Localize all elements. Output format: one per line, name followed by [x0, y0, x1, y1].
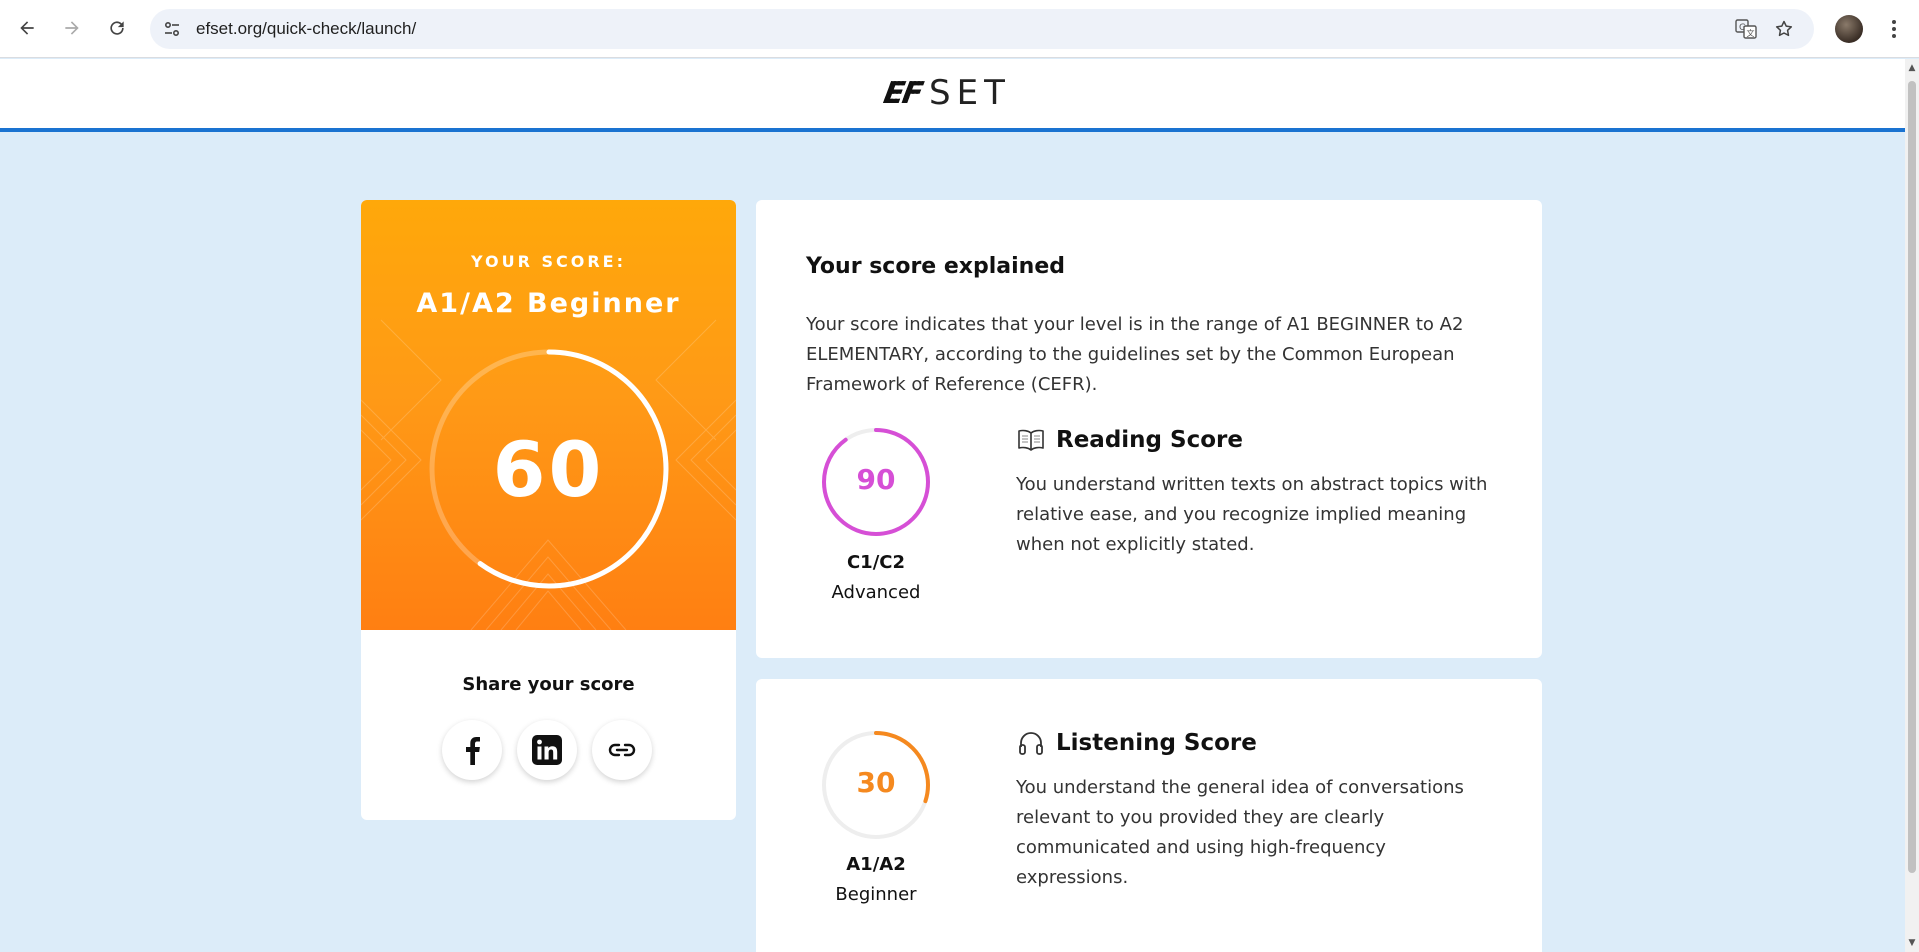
reading-description: You understand written texts on abstract…	[1016, 474, 1488, 555]
efset-logo[interactable]: EF SET	[880, 73, 1011, 113]
profile-avatar[interactable]	[1835, 15, 1863, 43]
reload-icon	[110, 21, 124, 35]
translate-button[interactable]: G 文	[1734, 17, 1758, 41]
scroll-down-arrow[interactable]: ▼	[1907, 938, 1917, 948]
arrow-right-icon	[65, 21, 79, 35]
headphones-icon	[1016, 728, 1046, 758]
share-facebook-button[interactable]	[442, 720, 502, 780]
logo-set: SET	[929, 73, 1011, 113]
listening-level-code: A1/A2	[846, 854, 906, 875]
url-text[interactable]: efset.org/quick-check/launch/	[196, 19, 416, 39]
arrow-left-icon	[20, 21, 34, 35]
share-linkedin-button[interactable]	[517, 720, 577, 780]
score-banner: YOUR SCORE: A1/A2 Beginner 60	[361, 200, 736, 630]
more-vert-icon	[1892, 20, 1896, 38]
reading-level-name: Advanced	[831, 582, 921, 603]
listening-card: 30 A1/A2 Beginner Listening Score You un…	[756, 679, 1542, 952]
reload-button[interactable]	[101, 12, 133, 44]
reading-heading: Reading Score	[1016, 425, 1243, 455]
reading-level: C1/C2 Advanced	[776, 548, 976, 608]
share-title: Share your score	[462, 674, 635, 695]
address-bar[interactable]: efset.org/quick-check/launch/ G 文	[150, 9, 1814, 49]
listening-description: You understand the general idea of conve…	[1016, 777, 1464, 888]
forward-button[interactable]	[56, 12, 88, 44]
listening-level-name: Beginner	[835, 884, 917, 905]
bookmark-button[interactable]	[1772, 17, 1796, 41]
listening-title: Listening Score	[1056, 730, 1257, 756]
facebook-icon	[466, 737, 480, 765]
browser-menu-button[interactable]	[1880, 15, 1908, 43]
listening-score: 30	[856, 766, 896, 799]
site-settings-icon[interactable]	[162, 19, 182, 39]
score-explained-card: Your score explained Your score indicate…	[756, 200, 1542, 658]
back-button[interactable]	[11, 12, 43, 44]
score-card: YOUR SCORE: A1/A2 Beginner 60 Share your…	[361, 200, 736, 820]
reading-score: 90	[856, 463, 896, 496]
listening-level: A1/A2 Beginner	[776, 850, 976, 910]
link-icon	[608, 743, 636, 757]
reading-level-code: C1/C2	[846, 552, 906, 573]
svg-text:文: 文	[1747, 28, 1755, 38]
explain-text: Your score indicates that your level is …	[806, 314, 1464, 395]
overall-score: 60	[492, 425, 605, 514]
star-icon	[1775, 20, 1793, 37]
book-icon	[1016, 425, 1046, 455]
scroll-thumb[interactable]	[1908, 81, 1916, 873]
score-level: A1/A2 Beginner	[416, 288, 681, 319]
listening-heading: Listening Score	[1016, 728, 1257, 758]
linkedin-icon	[532, 735, 562, 765]
score-label: YOUR SCORE:	[470, 252, 626, 271]
reading-title: Reading Score	[1056, 427, 1243, 453]
browser-toolbar: efset.org/quick-check/launch/ G 文	[0, 0, 1919, 58]
page-scrollbar[interactable]: ▲ ▼	[1905, 59, 1919, 952]
scroll-up-arrow[interactable]: ▲	[1907, 63, 1917, 73]
site-header: EF SET	[0, 59, 1905, 132]
explain-title: Your score explained	[806, 254, 1065, 279]
copy-link-button[interactable]	[592, 720, 652, 780]
logo-ef: EF	[880, 75, 925, 111]
translate-icon: G 文	[1735, 19, 1757, 39]
